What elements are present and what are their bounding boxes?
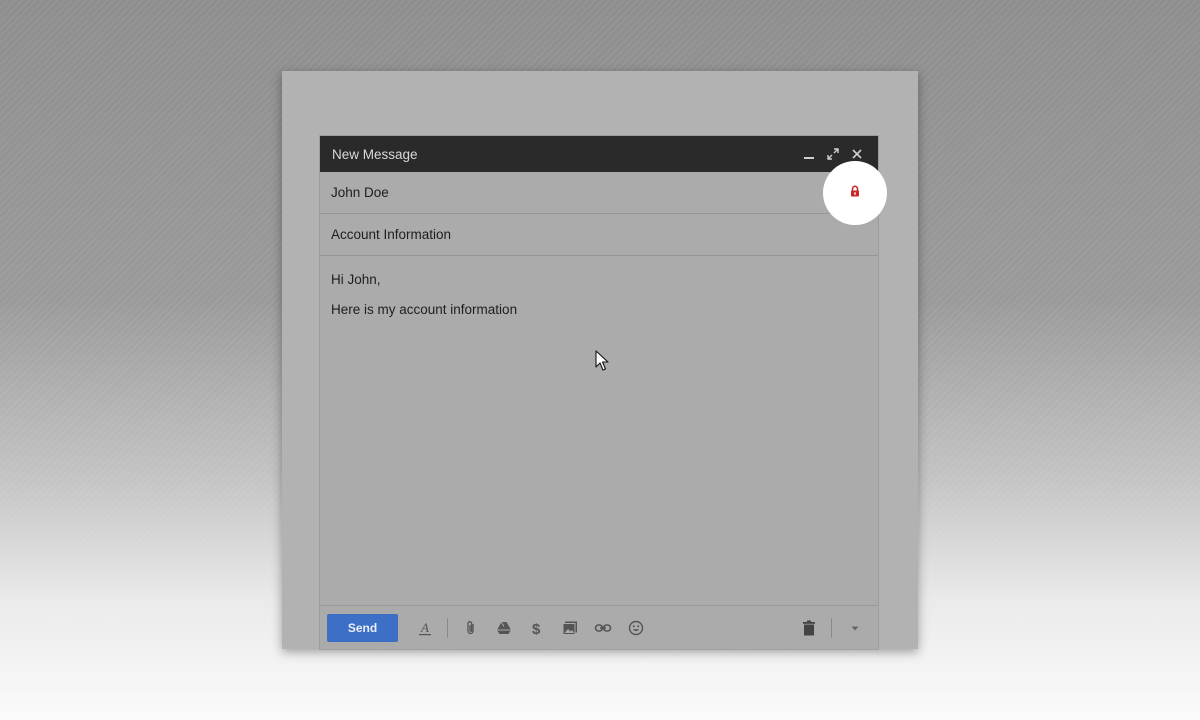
money-icon[interactable]: $ xyxy=(525,616,549,640)
fullscreen-icon[interactable] xyxy=(824,145,842,163)
recipient-value: John Doe xyxy=(331,185,389,200)
minimize-icon[interactable] xyxy=(800,145,818,163)
mouse-cursor-icon xyxy=(595,350,609,372)
attach-icon[interactable] xyxy=(459,616,483,640)
body-line: Hi John, xyxy=(331,272,381,287)
compose-header: New Message xyxy=(320,136,878,172)
compose-window: New Message John Doe Account Information… xyxy=(320,136,878,649)
toolbar-divider xyxy=(831,617,832,638)
emoji-icon[interactable] xyxy=(624,616,648,640)
compose-toolbar: Send A $ xyxy=(320,605,878,649)
drive-icon[interactable] xyxy=(492,616,516,640)
recipients-field[interactable]: John Doe xyxy=(320,172,878,214)
link-icon[interactable] xyxy=(591,616,615,640)
trash-icon[interactable] xyxy=(797,616,821,640)
photo-icon[interactable] xyxy=(558,616,582,640)
message-body[interactable]: Hi John, Here is my account information xyxy=(320,256,878,603)
lock-icon xyxy=(849,184,861,202)
body-line: Here is my account information xyxy=(331,302,518,317)
toolbar-divider xyxy=(447,617,448,638)
send-button[interactable]: Send xyxy=(327,613,398,642)
svg-text:A: A xyxy=(420,620,429,635)
encryption-lock-button[interactable] xyxy=(823,161,887,225)
svg-text:$: $ xyxy=(532,621,541,636)
more-options-icon[interactable] xyxy=(843,616,867,640)
compose-title: New Message xyxy=(332,146,418,162)
subject-value: Account Information xyxy=(331,227,452,242)
formatting-icon[interactable]: A xyxy=(413,616,437,640)
subject-field[interactable]: Account Information xyxy=(320,214,878,256)
